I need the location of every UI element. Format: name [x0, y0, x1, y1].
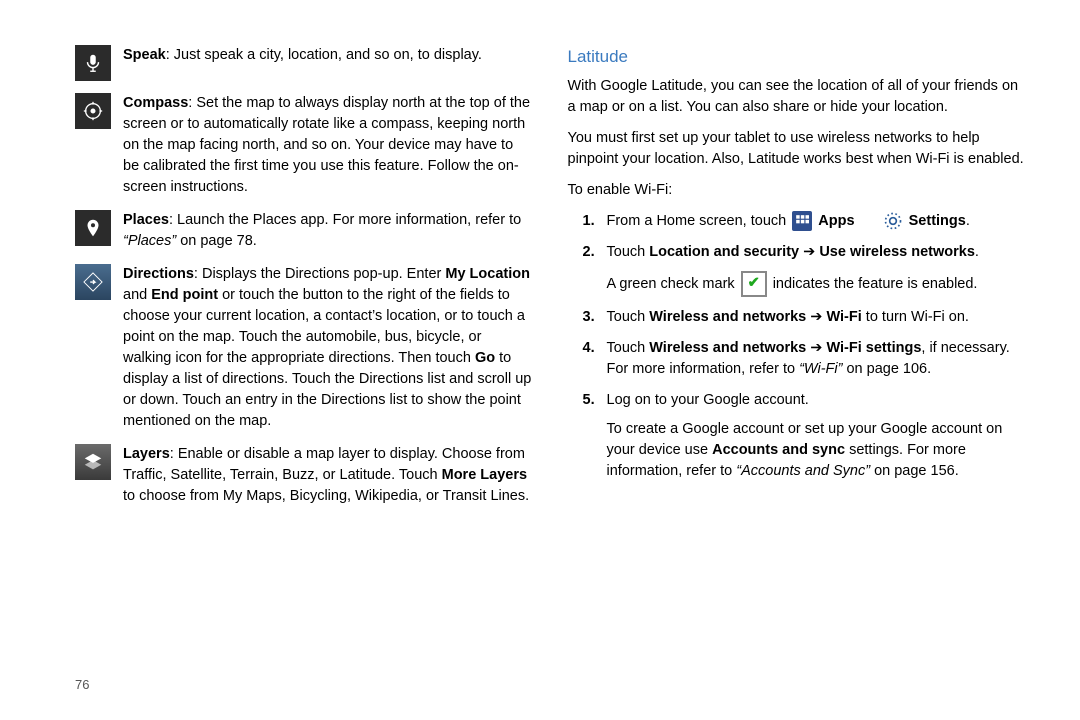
latitude-p3: To enable Wi-Fi: [568, 180, 1026, 201]
latitude-heading: Latitude [568, 45, 1026, 70]
checkmark-icon: ✔ [741, 271, 767, 297]
places-icon [75, 210, 111, 246]
step-5: 5. Log on to your Google account. To cre… [568, 390, 1026, 482]
step-4: 4. Touch Wireless and networks ➔ Wi-Fi s… [568, 338, 1026, 380]
compass-icon [75, 93, 111, 129]
latitude-p2: You must first set up your tablet to use… [568, 128, 1026, 170]
speak-text: Speak: Just speak a city, location, and … [123, 45, 533, 81]
layers-icon [75, 444, 111, 480]
step-2: 2. Touch Location and security ➔ Use wir… [568, 242, 1026, 297]
left-column: Speak: Just speak a city, location, and … [75, 45, 533, 519]
latitude-p1: With Google Latitude, you can see the lo… [568, 76, 1026, 118]
compass-entry: Compass: Set the map to always display n… [75, 93, 533, 198]
right-column: Latitude With Google Latitude, you can s… [568, 45, 1026, 519]
wifi-steps: 1. From a Home screen, touch Apps Settin… [568, 211, 1026, 482]
layers-entry: Layers: Enable or disable a map layer to… [75, 444, 533, 507]
directions-icon [75, 264, 111, 300]
speak-entry: Speak: Just speak a city, location, and … [75, 45, 533, 81]
directions-entry: Directions: Displays the Directions pop-… [75, 264, 533, 432]
compass-text: Compass: Set the map to always display n… [123, 93, 533, 198]
layers-text: Layers: Enable or disable a map layer to… [123, 444, 533, 507]
page: Speak: Just speak a city, location, and … [0, 0, 1080, 539]
step-3: 3. Touch Wireless and networks ➔ Wi-Fi t… [568, 307, 1026, 328]
places-entry: Places: Launch the Places app. For more … [75, 210, 533, 252]
places-text: Places: Launch the Places app. For more … [123, 210, 533, 252]
page-number: 76 [75, 676, 89, 695]
microphone-icon [75, 45, 111, 81]
apps-icon [792, 211, 812, 231]
settings-icon [883, 211, 903, 231]
step-1: 1. From a Home screen, touch Apps Settin… [568, 211, 1026, 232]
directions-text: Directions: Displays the Directions pop-… [123, 264, 533, 432]
